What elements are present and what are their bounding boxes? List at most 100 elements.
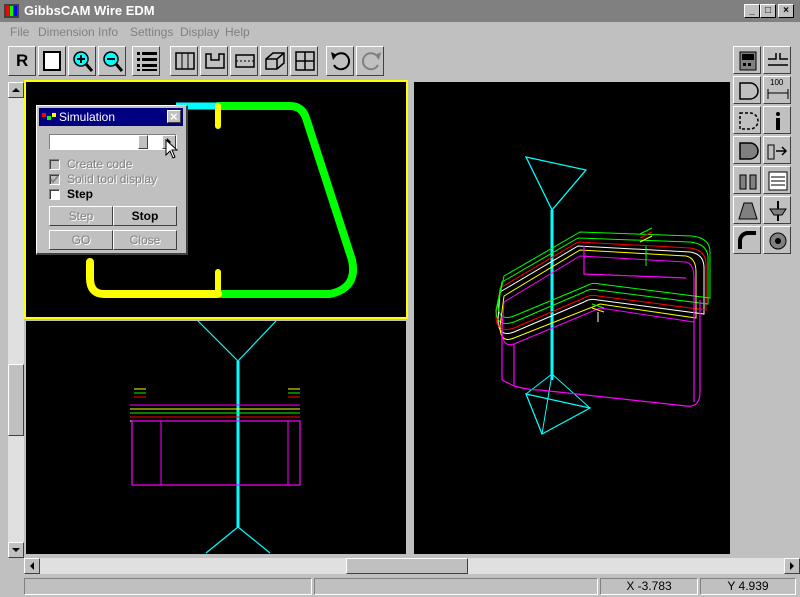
viewport-iso[interactable] xyxy=(414,82,730,554)
arrow-right-icon xyxy=(790,562,794,570)
checkmark-icon xyxy=(50,175,59,184)
redo-button[interactable] xyxy=(356,46,384,76)
title-bar[interactable]: GibbsCAM Wire EDM _ □ × xyxy=(0,0,800,22)
dialog-title: Simulation xyxy=(59,110,116,124)
contour-icon xyxy=(739,112,759,130)
status-pane-1 xyxy=(24,578,312,595)
toolbar: R xyxy=(0,42,800,80)
iso-view-button[interactable] xyxy=(260,46,288,76)
close-icon: × xyxy=(783,5,789,16)
go-button[interactable]: GO xyxy=(49,230,113,250)
render-icon xyxy=(769,232,787,250)
taper-button[interactable] xyxy=(733,196,761,224)
undo-button[interactable] xyxy=(326,46,354,76)
iso-view-geometry xyxy=(495,156,711,435)
tool-palette: 100 xyxy=(730,44,800,258)
close-sim-button[interactable]: Close xyxy=(113,230,177,250)
front-view-geometry xyxy=(130,321,301,554)
simulation-icon xyxy=(42,113,56,120)
window-icon xyxy=(43,51,61,71)
arrow-up-icon xyxy=(12,88,20,92)
speed-slider[interactable] xyxy=(49,134,177,150)
transform-icon xyxy=(767,144,788,160)
x-coordinate: X -3.783 xyxy=(600,578,698,595)
menu-settings[interactable]: Settings xyxy=(130,25,173,39)
machine-icon xyxy=(739,51,757,71)
window-view-button[interactable] xyxy=(38,46,66,76)
zoom-in-button[interactable] xyxy=(68,46,96,76)
menu-file[interactable]: File xyxy=(10,25,29,39)
redraw-label: R xyxy=(16,51,29,70)
scroll-down-button[interactable] xyxy=(8,542,24,558)
maximize-button[interactable]: □ xyxy=(760,4,776,18)
status-bar: X -3.783 Y 4.939 xyxy=(0,576,800,597)
solid-button[interactable] xyxy=(733,136,761,164)
menu-display[interactable]: Display xyxy=(180,25,219,39)
scroll-up-button[interactable] xyxy=(8,82,24,98)
geometry-icon xyxy=(739,82,759,100)
horizontal-scrollbar[interactable] xyxy=(24,558,800,574)
slider-thumb[interactable] xyxy=(138,135,148,149)
step-button[interactable]: Step xyxy=(49,206,113,226)
render-button[interactable] xyxy=(763,226,791,254)
close-button[interactable]: × xyxy=(778,4,794,18)
maximize-icon: □ xyxy=(764,5,772,16)
dimension-button[interactable]: 100 xyxy=(763,76,791,104)
geometry-button[interactable] xyxy=(733,76,761,104)
simulation-dialog: Simulation × Create code Solid tool disp… xyxy=(36,105,188,255)
iso-view-icon xyxy=(265,52,285,70)
step-checkbox[interactable] xyxy=(49,189,60,200)
solid-tool-display-label: Solid tool display xyxy=(67,172,158,186)
menu-info[interactable]: Info xyxy=(98,25,118,39)
front-view-button[interactable] xyxy=(200,46,228,76)
zoom-out-icon xyxy=(103,51,123,72)
solid-icon xyxy=(739,142,759,160)
minimize-button[interactable]: _ xyxy=(744,4,760,18)
hscroll-thumb[interactable] xyxy=(346,558,468,574)
undo-icon xyxy=(331,52,351,71)
four-views-button[interactable] xyxy=(290,46,318,76)
path-button[interactable] xyxy=(733,226,761,254)
vertical-scrollbar[interactable] xyxy=(8,82,24,558)
create-code-checkbox[interactable] xyxy=(49,159,60,170)
side-view-icon xyxy=(235,54,255,68)
wire-button[interactable] xyxy=(763,196,791,224)
transform-button[interactable] xyxy=(763,136,791,164)
solid-tool-display-checkbox[interactable] xyxy=(49,174,60,185)
dialog-close-button[interactable]: × xyxy=(167,109,181,124)
viewport-front[interactable] xyxy=(26,321,406,554)
scroll-right-button[interactable] xyxy=(784,558,800,574)
info-button[interactable] xyxy=(763,106,791,134)
top-view-icon xyxy=(175,52,195,70)
top-view-button[interactable] xyxy=(170,46,198,76)
machine-button[interactable] xyxy=(733,46,761,74)
dimension-label: 100 xyxy=(770,78,784,87)
list-icon xyxy=(137,52,157,71)
list-button[interactable] xyxy=(132,46,160,76)
window-title: GibbsCAM Wire EDM xyxy=(24,3,155,18)
stop-button[interactable]: Stop xyxy=(113,206,177,226)
process-list-icon xyxy=(768,171,788,191)
process-list-button[interactable] xyxy=(763,166,791,194)
redraw-button[interactable]: R xyxy=(8,46,36,76)
front-view-icon xyxy=(205,53,225,69)
contour-button[interactable] xyxy=(733,106,761,134)
cut-plane-button[interactable] xyxy=(763,46,791,74)
scroll-left-button[interactable] xyxy=(24,558,40,574)
tools-button[interactable] xyxy=(733,166,761,194)
menu-bar: File Dimension Info Settings Display Hel… xyxy=(0,22,800,42)
arrow-down-icon xyxy=(12,548,20,552)
step-label: Step xyxy=(67,187,94,201)
info-icon xyxy=(776,112,780,130)
zoom-out-button[interactable] xyxy=(98,46,126,76)
dialog-title-bar[interactable]: Simulation × xyxy=(39,108,183,126)
scroll-thumb[interactable] xyxy=(8,364,24,436)
menu-help[interactable]: Help xyxy=(225,25,250,39)
menu-dimension[interactable]: Dimension xyxy=(38,25,95,39)
arrow-left-icon xyxy=(30,562,34,570)
four-views-icon xyxy=(295,51,315,71)
minimize-icon: _ xyxy=(749,5,755,16)
side-view-button[interactable] xyxy=(230,46,258,76)
wire-icon xyxy=(769,201,787,221)
y-coordinate: Y 4.939 xyxy=(700,578,796,595)
